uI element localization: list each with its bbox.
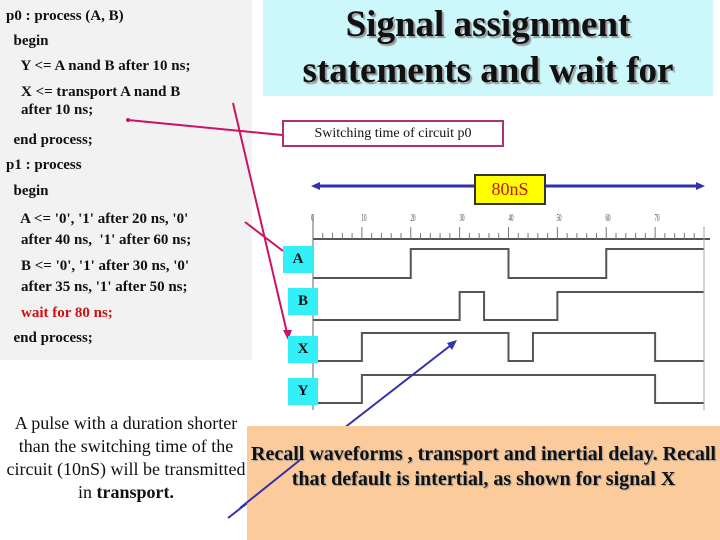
- waveform-y: [313, 374, 704, 404]
- signal-label-a: A: [283, 246, 313, 273]
- recall-box: Recall waveforms , transport and inertia…: [247, 426, 720, 540]
- signal-label-x: X: [288, 336, 318, 363]
- time-ruler: [312, 227, 710, 240]
- signal-label-y: Y: [288, 378, 318, 405]
- tick-label: 60: [605, 213, 611, 224]
- arrow-head-left-icon: [311, 182, 320, 190]
- pointer-line-a: [244, 221, 284, 252]
- tick-label: 30: [459, 213, 465, 224]
- waveform-b: [313, 291, 704, 321]
- arrow-head-right-icon: [696, 182, 705, 190]
- pulse-note-bold: transport.: [96, 482, 175, 502]
- tick-label: 0: [311, 213, 314, 224]
- waveforms: [313, 248, 704, 404]
- tick-label: 40: [508, 213, 513, 224]
- recall-text: Recall waveforms , transport and inertia…: [251, 443, 716, 490]
- tick-label: 20: [410, 213, 416, 224]
- tick-label: 50: [556, 213, 562, 224]
- pointer-line-x: [232, 102, 289, 338]
- arrow-head-pulse-icon: [447, 340, 457, 350]
- tick-label: 10: [361, 213, 367, 224]
- tick-label: 70: [654, 213, 660, 224]
- waveform-a: [313, 248, 704, 279]
- pointer-line-switching: [127, 119, 283, 136]
- waveform-x: [313, 332, 704, 362]
- signal-label-b: B: [288, 288, 318, 315]
- duration-label: 80nS: [474, 174, 546, 205]
- pulse-note: A pulse with a duration shorter than the…: [6, 412, 246, 504]
- pointer-dot-icon: [126, 118, 130, 122]
